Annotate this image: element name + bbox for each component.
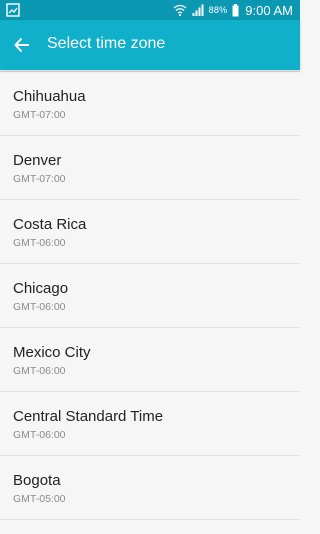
status-time: 9:00 AM [245,2,293,18]
time-zone-name: Denver [13,152,62,169]
time-zone-offset: GMT-07:00 [13,109,66,121]
time-zone-name: Chicago [13,280,69,297]
battery-icon [232,3,239,16]
time-zone-name: Costa Rica [13,216,87,233]
status-indicators: 88% 9:00 AM [173,0,293,20]
time-zone-offset: GMT-06:00 [13,237,66,249]
time-zone-item[interactable]: Central Standard Time GMT-06:00 [0,392,300,456]
signal-icon [192,4,204,16]
time-zone-name: Bogota [13,472,61,489]
time-zone-item[interactable]: Bogota GMT-05:00 [0,456,300,520]
time-zone-item[interactable]: Chicago GMT-06:00 [0,264,300,328]
time-zone-item[interactable]: Costa Rica GMT-06:00 [0,200,300,264]
battery-percent: 88% [208,5,228,15]
arrow-back-icon[interactable] [13,36,31,54]
time-zone-item[interactable]: Mexico City GMT-06:00 [0,328,300,392]
time-zone-offset: GMT-07:00 [13,173,66,185]
gallery-icon [6,3,20,17]
time-zone-offset: GMT-06:00 [13,429,66,441]
wifi-icon [173,4,187,16]
page-title: Select time zone [47,35,166,52]
app-bar: Select time zone [0,20,300,70]
time-zone-name: Chihuahua [13,88,86,105]
time-zone-offset: GMT-05:00 [13,493,66,505]
status-bar: 88% 9:00 AM [0,0,300,20]
time-zone-offset: GMT-06:00 [13,301,66,313]
time-zone-name: Mexico City [13,344,91,361]
time-zone-offset: GMT-06:00 [13,365,66,377]
time-zone-item[interactable]: Chihuahua GMT-07:00 [0,72,300,136]
time-zone-item[interactable]: Denver GMT-07:00 [0,136,300,200]
time-zone-name: Central Standard Time [13,408,164,425]
time-zone-list[interactable]: Chihuahua GMT-07:00 Denver GMT-07:00 Costa R… [0,70,300,534]
